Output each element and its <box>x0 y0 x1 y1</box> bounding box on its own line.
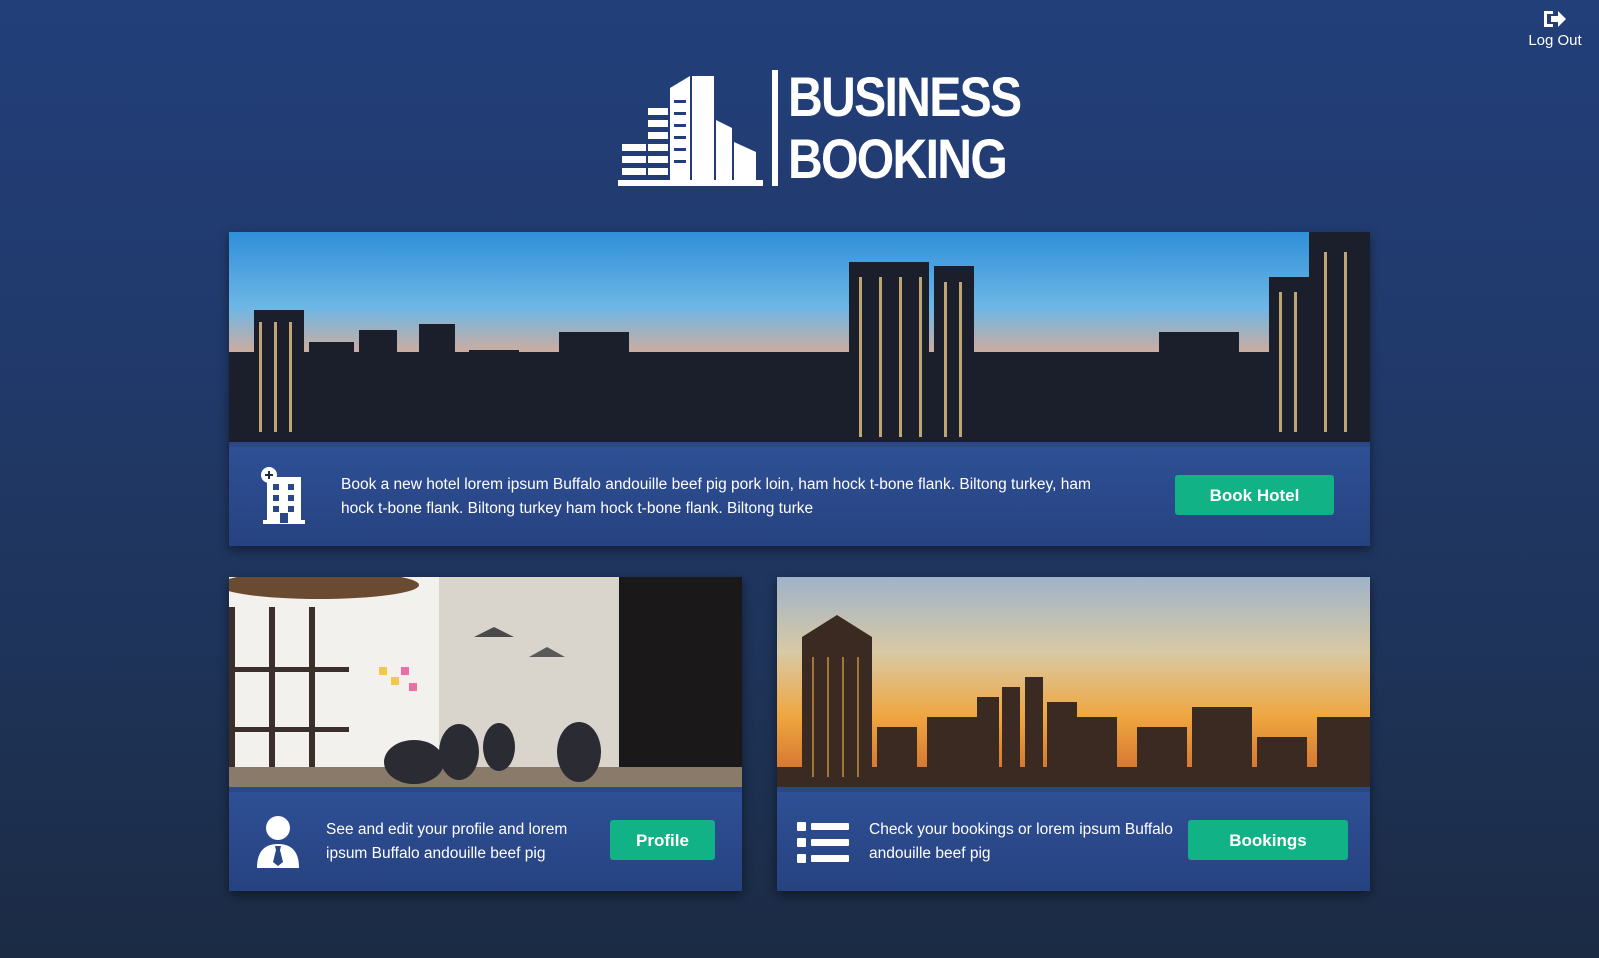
hotel-card-text: Book a new hotel lorem ipsum Buffalo and… <box>341 476 1091 517</box>
profile-card-text: See and edit your profile and lorem ipsu… <box>326 821 568 862</box>
profile-card-image <box>229 577 742 787</box>
list-icon <box>797 822 849 863</box>
book-hotel-card: Book a new hotel lorem ipsum Buffalo and… <box>229 232 1370 546</box>
bookings-card-text: Check your bookings or lorem ipsum Buffa… <box>869 821 1173 862</box>
book-hotel-button[interactable]: Book Hotel <box>1175 475 1334 515</box>
logout-label: Log Out <box>1528 32 1582 49</box>
logout-button[interactable]: Log Out <box>1523 8 1587 49</box>
user-tie-icon <box>257 816 299 868</box>
hotel-card-image <box>229 232 1370 442</box>
app-logo: BUSINESS BOOKING <box>618 66 1022 192</box>
profile-card: See and edit your profile and lorem ipsu… <box>229 577 742 891</box>
city-buildings-icon <box>618 76 763 186</box>
hotel-card-body: Book a new hotel lorem ipsum Buffalo and… <box>229 447 1370 546</box>
bookings-button[interactable]: Bookings <box>1188 820 1348 860</box>
bookings-card: Check your bookings or lorem ipsum Buffa… <box>777 577 1370 891</box>
bookings-card-image <box>777 577 1370 787</box>
bookings-card-body: Check your bookings or lorem ipsum Buffa… <box>777 792 1370 891</box>
logo-divider <box>772 70 778 186</box>
logo-text: BUSINESS BOOKING <box>788 65 1022 190</box>
logo-line-2: BOOKING <box>788 127 1008 190</box>
sign-out-icon <box>1544 11 1566 27</box>
profile-button[interactable]: Profile <box>610 820 715 860</box>
profile-card-body: See and edit your profile and lorem ipsu… <box>229 792 742 891</box>
hotel-add-icon <box>261 467 305 524</box>
logo-line-1: BUSINESS <box>788 65 1022 128</box>
